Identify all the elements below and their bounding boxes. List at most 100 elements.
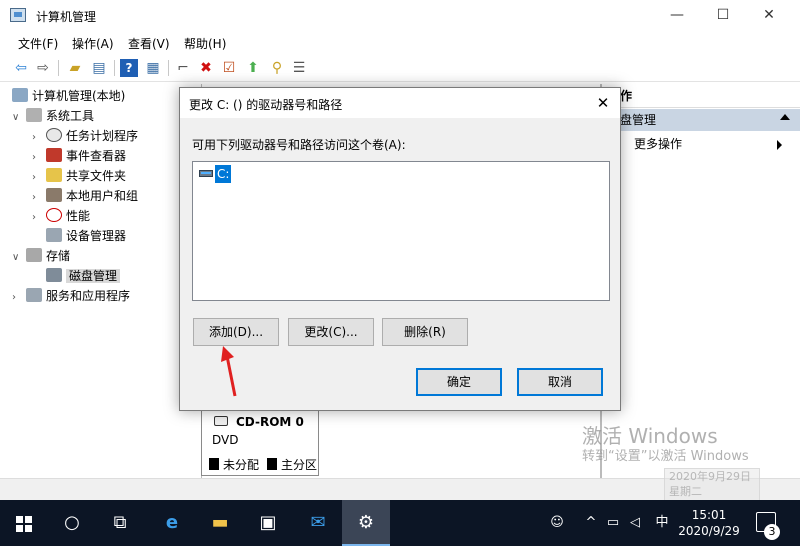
toolbar-separator bbox=[168, 60, 169, 76]
tree-item-services-apps[interactable]: › 服务和应用程序 bbox=[12, 286, 130, 306]
tree-item-performance[interactable]: › 性能 bbox=[32, 206, 90, 226]
expand-icon[interactable]: › bbox=[32, 148, 46, 168]
activation-watermark-subtitle: 转到“设置”以激活 Windows bbox=[582, 449, 749, 464]
more-actions-label: 更多操作 bbox=[634, 137, 683, 151]
show-hide-tree-icon[interactable]: ▤ bbox=[90, 59, 108, 77]
notification-badge: 3 bbox=[764, 524, 780, 540]
legend-unallocated: 未分配 bbox=[223, 458, 260, 472]
more-actions-item[interactable]: 更多操作 bbox=[602, 134, 800, 154]
up-folder-icon[interactable]: ▰ bbox=[66, 59, 84, 77]
windows-logo-icon bbox=[16, 516, 32, 532]
clock-icon bbox=[46, 128, 62, 142]
title-bar: 计算机管理 — ☐ ✕ bbox=[0, 0, 800, 31]
task-view-icon[interactable]: ⧉ bbox=[96, 500, 144, 546]
properties-icon[interactable]: ▦ bbox=[144, 59, 162, 77]
mail-icon[interactable]: ✉ bbox=[294, 500, 342, 546]
collapse-icon[interactable]: ∨ bbox=[12, 108, 26, 128]
forward-icon[interactable]: ⇨ bbox=[34, 59, 52, 77]
legend-primary: 主分区 bbox=[281, 458, 318, 472]
change-button[interactable]: 更改(C)... bbox=[288, 318, 374, 346]
ghost-date: 2020年9月29日 bbox=[669, 470, 751, 483]
help-icon[interactable]: ? bbox=[120, 59, 138, 77]
taskbar: ○ ⧉ e ▬ ▣ ✉ ⚙ ☺ ^ ▭ ◁ 中 15:01 2020/9/29 … bbox=[0, 500, 800, 546]
connect-icon[interactable]: ⌐ bbox=[174, 59, 192, 77]
tree-item-storage[interactable]: ∨ 存储 bbox=[12, 246, 70, 266]
list-item-label: C: bbox=[215, 165, 232, 183]
event-log-icon bbox=[46, 148, 62, 162]
annotation-arrow-shaft bbox=[225, 355, 237, 397]
people-icon[interactable]: ☺ bbox=[546, 500, 568, 546]
menu-view[interactable]: 查看(V) bbox=[128, 35, 170, 52]
drive-icon bbox=[199, 170, 213, 177]
remove-button[interactable]: 删除(R) bbox=[382, 318, 468, 346]
actions-section-disk-management[interactable]: 盘管理 bbox=[602, 109, 800, 131]
computer-management-taskbar-icon[interactable]: ⚙ bbox=[342, 500, 390, 546]
tree-item-task-scheduler[interactable]: › 任务计划程序 bbox=[32, 126, 138, 146]
ime-indicator[interactable]: 中 bbox=[652, 500, 672, 546]
collapse-icon[interactable]: ∨ bbox=[12, 248, 26, 268]
expand-icon[interactable]: › bbox=[32, 208, 46, 228]
store-icon[interactable]: ▣ bbox=[244, 500, 292, 546]
tree-item-event-viewer[interactable]: › 事件查看器 bbox=[32, 146, 126, 166]
ghost-day: 星期二 bbox=[669, 485, 702, 498]
users-icon bbox=[46, 188, 62, 202]
menu-bar: 文件(F) 操作(A) 查看(V) 帮助(H) bbox=[0, 31, 800, 53]
toolbar-separator bbox=[114, 60, 115, 76]
minimize-button[interactable]: — bbox=[654, 0, 700, 31]
unallocated-swatch bbox=[209, 458, 219, 470]
back-icon[interactable]: ⇦ bbox=[12, 59, 30, 77]
expand-icon[interactable]: › bbox=[32, 128, 46, 148]
check-icon[interactable]: ☑ bbox=[220, 59, 238, 77]
file-explorer-icon[interactable]: ▬ bbox=[196, 500, 244, 546]
expand-icon[interactable]: › bbox=[32, 188, 46, 208]
menu-help[interactable]: 帮助(H) bbox=[184, 35, 226, 52]
dialog-title: 更改 C: () 的驱动器号和路径 bbox=[189, 98, 343, 112]
ok-button[interactable]: 确定 bbox=[416, 368, 502, 396]
show-hidden-icons-chevron[interactable]: ^ bbox=[582, 500, 600, 546]
edge-icon[interactable]: e bbox=[148, 500, 196, 546]
delete-icon[interactable]: ✖ bbox=[197, 59, 215, 77]
tree-item-local-users[interactable]: › 本地用户和组 bbox=[32, 186, 138, 206]
tree-item-root[interactable]: 计算机管理(本地) bbox=[12, 86, 125, 106]
tree-item-system-tools[interactable]: ∨ 系统工具 bbox=[12, 106, 94, 126]
computer-management-app-icon bbox=[10, 8, 26, 22]
cancel-button[interactable]: 取消 bbox=[517, 368, 603, 396]
tree-item-device-manager[interactable]: 设备管理器 bbox=[32, 226, 126, 246]
storage-icon bbox=[26, 248, 42, 262]
list-icon[interactable]: ☰ bbox=[290, 59, 308, 77]
window-title: 计算机管理 bbox=[36, 10, 97, 24]
shared-folder-icon bbox=[46, 168, 62, 182]
dialog-close-button[interactable]: ✕ bbox=[592, 92, 614, 114]
search-icon[interactable]: ○ bbox=[48, 500, 96, 546]
primary-partition-swatch bbox=[267, 458, 277, 470]
expand-icon[interactable]: › bbox=[32, 168, 46, 188]
disk-management-icon bbox=[46, 268, 62, 282]
network-icon[interactable]: ▭ bbox=[604, 500, 622, 546]
device-manager-icon bbox=[46, 228, 62, 242]
menu-action[interactable]: 操作(A) bbox=[72, 35, 114, 52]
tree-item-disk-management[interactable]: 磁盘管理 bbox=[32, 266, 121, 286]
toolbar-separator bbox=[58, 60, 59, 76]
dialog-description: 可用下列驱动器号和路径访问这个卷(A): bbox=[192, 138, 406, 152]
maximize-button[interactable]: ☐ bbox=[700, 0, 746, 31]
collapse-up-icon[interactable] bbox=[780, 114, 790, 120]
performance-icon bbox=[46, 208, 62, 222]
toolbar: ⇦ ⇨ ▰ ▤ ? ▦ ⌐ ✖ ☑ ⬆ ⚲ ☰ bbox=[0, 54, 800, 82]
tree-item-shared-folders[interactable]: › 共享文件夹 bbox=[32, 166, 126, 186]
search-icon[interactable]: ⚲ bbox=[268, 59, 286, 77]
submenu-arrow-icon bbox=[777, 140, 782, 150]
dialog-title-bar: 更改 C: () 的驱动器号和路径 ✕ bbox=[180, 88, 620, 118]
clock-date: 2020/9/29 bbox=[678, 524, 740, 538]
computer-icon bbox=[12, 88, 28, 102]
taskbar-clock[interactable]: 15:01 2020/9/29 bbox=[676, 507, 742, 539]
cdrom-type: DVD bbox=[212, 433, 239, 447]
volume-icon[interactable]: ◁ bbox=[626, 500, 644, 546]
menu-file[interactable]: 文件(F) bbox=[18, 35, 58, 52]
start-button[interactable] bbox=[0, 500, 48, 546]
drive-path-list[interactable]: C: bbox=[192, 161, 610, 301]
cdrom-name: CD-ROM 0 bbox=[236, 415, 304, 429]
close-button[interactable]: ✕ bbox=[746, 0, 792, 31]
import-icon[interactable]: ⬆ bbox=[244, 59, 262, 77]
expand-icon[interactable]: › bbox=[12, 288, 26, 308]
actions-section-label: 盘管理 bbox=[620, 113, 657, 127]
